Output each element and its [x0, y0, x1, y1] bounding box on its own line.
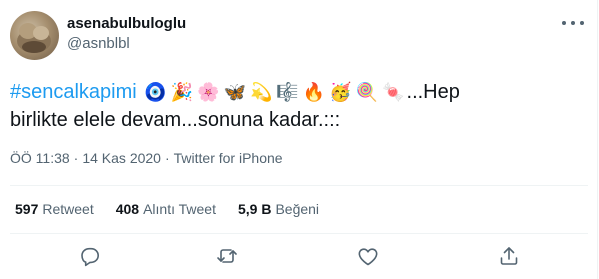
retweets-count: 597 — [15, 201, 39, 217]
tweet-text-tail: ...Hep — [406, 81, 460, 103]
musical-score-emoji: 🎼 — [276, 82, 299, 102]
lollipop-emoji: 🍭 — [355, 82, 379, 102]
retweets-stat[interactable]: 597 Retweet — [15, 201, 94, 217]
butterfly-emoji: 🦋 — [223, 82, 246, 102]
retweets-label: Retweet — [42, 201, 94, 217]
more-options-icon[interactable] — [562, 16, 584, 30]
divider — [10, 233, 588, 234]
avatar[interactable] — [10, 11, 59, 60]
tweet-stats: 597 Retweet 408 Alıntı Tweet 5,9 B Beğeni — [15, 201, 341, 217]
quotes-count: 408 — [115, 201, 140, 217]
quotes-label: Alıntı Tweet — [143, 201, 216, 217]
tweet-time[interactable]: ÖÖ 11:38 — [10, 150, 70, 166]
user-handle[interactable]: @asnblbl — [67, 35, 130, 52]
display-name[interactable]: asenabulbuloglu — [67, 15, 186, 32]
fire-emoji: 🔥 — [302, 82, 326, 102]
nazar-amulet-emoji: 🧿 — [144, 82, 167, 102]
quotes-stat[interactable]: 408 Alıntı Tweet — [116, 201, 216, 217]
likes-count: 5,9 B — [237, 201, 272, 217]
emoji-list: 🧿 🎉 🌸 🦋 💫 🎼 🔥 🥳 🍭 🍬 — [142, 81, 406, 103]
share-icon[interactable] — [497, 244, 521, 268]
tweet-date[interactable]: 14 Kas 2020 — [82, 150, 161, 166]
likes-label: Beğeni — [275, 201, 320, 217]
meta-separator: · — [73, 150, 79, 166]
likes-stat[interactable]: 5,9 B Beğeni — [238, 201, 319, 217]
heart-icon[interactable] — [356, 244, 380, 268]
hashtag-link[interactable]: #sencalkapimi — [10, 81, 137, 103]
party-popper-emoji: 🎉 — [170, 82, 194, 102]
tweet-text-line2: birlikte elele devam...sonuna kadar.::: — [10, 109, 341, 131]
dizzy-star-emoji: 💫 — [249, 82, 273, 102]
cherry-blossom-emoji: 🌸 — [197, 82, 220, 102]
partying-face-emoji: 🥳 — [329, 82, 352, 102]
meta-separator: · — [164, 150, 170, 166]
tweet-text: #sencalkapimi 🧿 🎉 🌸 🦋 💫 🎼 🔥 🥳 🍭 🍬 ...Hep birlikte … — [10, 78, 585, 134]
reply-icon[interactable] — [78, 244, 102, 268]
tweet-card: asenabulbuloglu @asnblbl #sencalkapimi 🧿… — [0, 0, 598, 279]
retweet-icon[interactable] — [215, 244, 239, 268]
tweet-meta: ÖÖ 11:38 · 14 Kas 2020 · Twitter for iPh… — [10, 150, 283, 166]
action-bar — [0, 240, 598, 270]
divider — [10, 185, 588, 186]
candy-emoji: 🍬 — [382, 82, 405, 102]
tweet-source[interactable]: Twitter for iPhone — [174, 150, 283, 166]
